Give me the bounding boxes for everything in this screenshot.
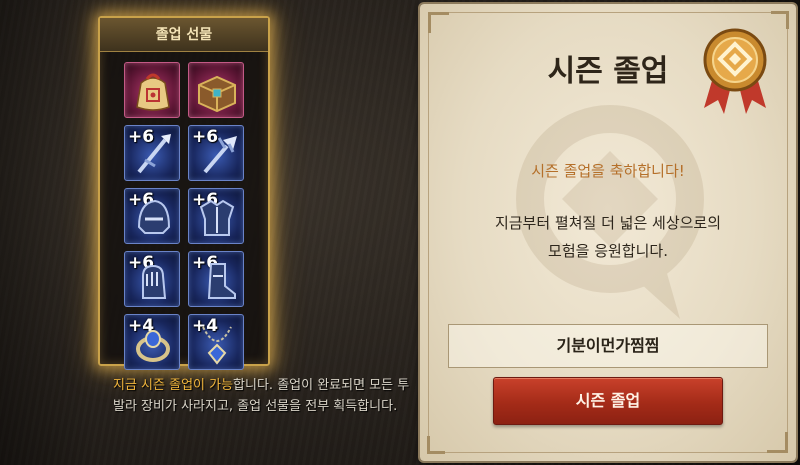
- necklace-icon: [202, 326, 232, 365]
- boot-icon: [207, 263, 236, 299]
- message-line: 모험을 응원합니다.: [548, 242, 668, 260]
- message-line: 지금부터 펼쳐질 더 넓은 세상으로의: [494, 214, 722, 232]
- reward-slot-necklace[interactable]: +4: [188, 314, 244, 370]
- reward-slot-trident[interactable]: +6: [188, 125, 244, 181]
- season-graduation-card: 시즌 졸업 시즌 졸업을 축하합니다! 지금부터 펼쳐질 더 넓은 세상으로의 …: [420, 4, 796, 461]
- character-name-field: 기분이먼가찜찜: [448, 324, 768, 368]
- ring-icon: [136, 330, 170, 362]
- medal-icon: [703, 28, 767, 114]
- congratulations-text: 시즌 졸업을 축하합니다!: [531, 162, 685, 180]
- chest-armor-icon: [199, 199, 235, 236]
- reward-slot-helmet[interactable]: +6: [124, 188, 180, 244]
- reward-slot-chest-armor[interactable]: +6: [188, 188, 244, 244]
- graduation-description: 지금 시즌 졸업이 가능합니다. 졸업이 완료되면 모든 투발라 장비가 사라지…: [113, 375, 413, 417]
- helmet-icon: [137, 199, 171, 234]
- treasure-chest-icon: [198, 75, 236, 113]
- reward-slot-spear[interactable]: +6: [124, 125, 180, 181]
- gauntlet-icon: [142, 264, 167, 299]
- reward-slot-treasure-chest[interactable]: [188, 62, 244, 118]
- card-corner: [771, 11, 789, 29]
- card-corner: [427, 436, 445, 454]
- reward-slot-gauntlet[interactable]: +6: [124, 251, 180, 307]
- reward-grid: +6 +6 +6 +6 +6 +6 +4 +4: [100, 52, 268, 370]
- graduation-gift-title: 졸업 선물: [100, 18, 268, 52]
- reward-slot-ring[interactable]: +4: [124, 314, 180, 370]
- gift-bag-icon: [136, 73, 170, 111]
- encouragement-message: 지금부터 펼쳐질 더 넓은 세상으로의 모험을 응원합니다.: [420, 209, 796, 265]
- graduation-available-highlight: 지금 시즌 졸업이 가능: [113, 378, 234, 393]
- graduation-gift-panel: 졸업 선물 +6 +6 +6 +6 +6 +6 +4 +4: [98, 16, 270, 370]
- season-graduation-button[interactable]: 시즌 졸업: [493, 377, 723, 425]
- reward-slot-boots[interactable]: +6: [188, 251, 244, 307]
- trident-icon: [203, 136, 237, 174]
- reward-slot-gift-bag[interactable]: [124, 62, 180, 118]
- spear-icon: [137, 134, 171, 174]
